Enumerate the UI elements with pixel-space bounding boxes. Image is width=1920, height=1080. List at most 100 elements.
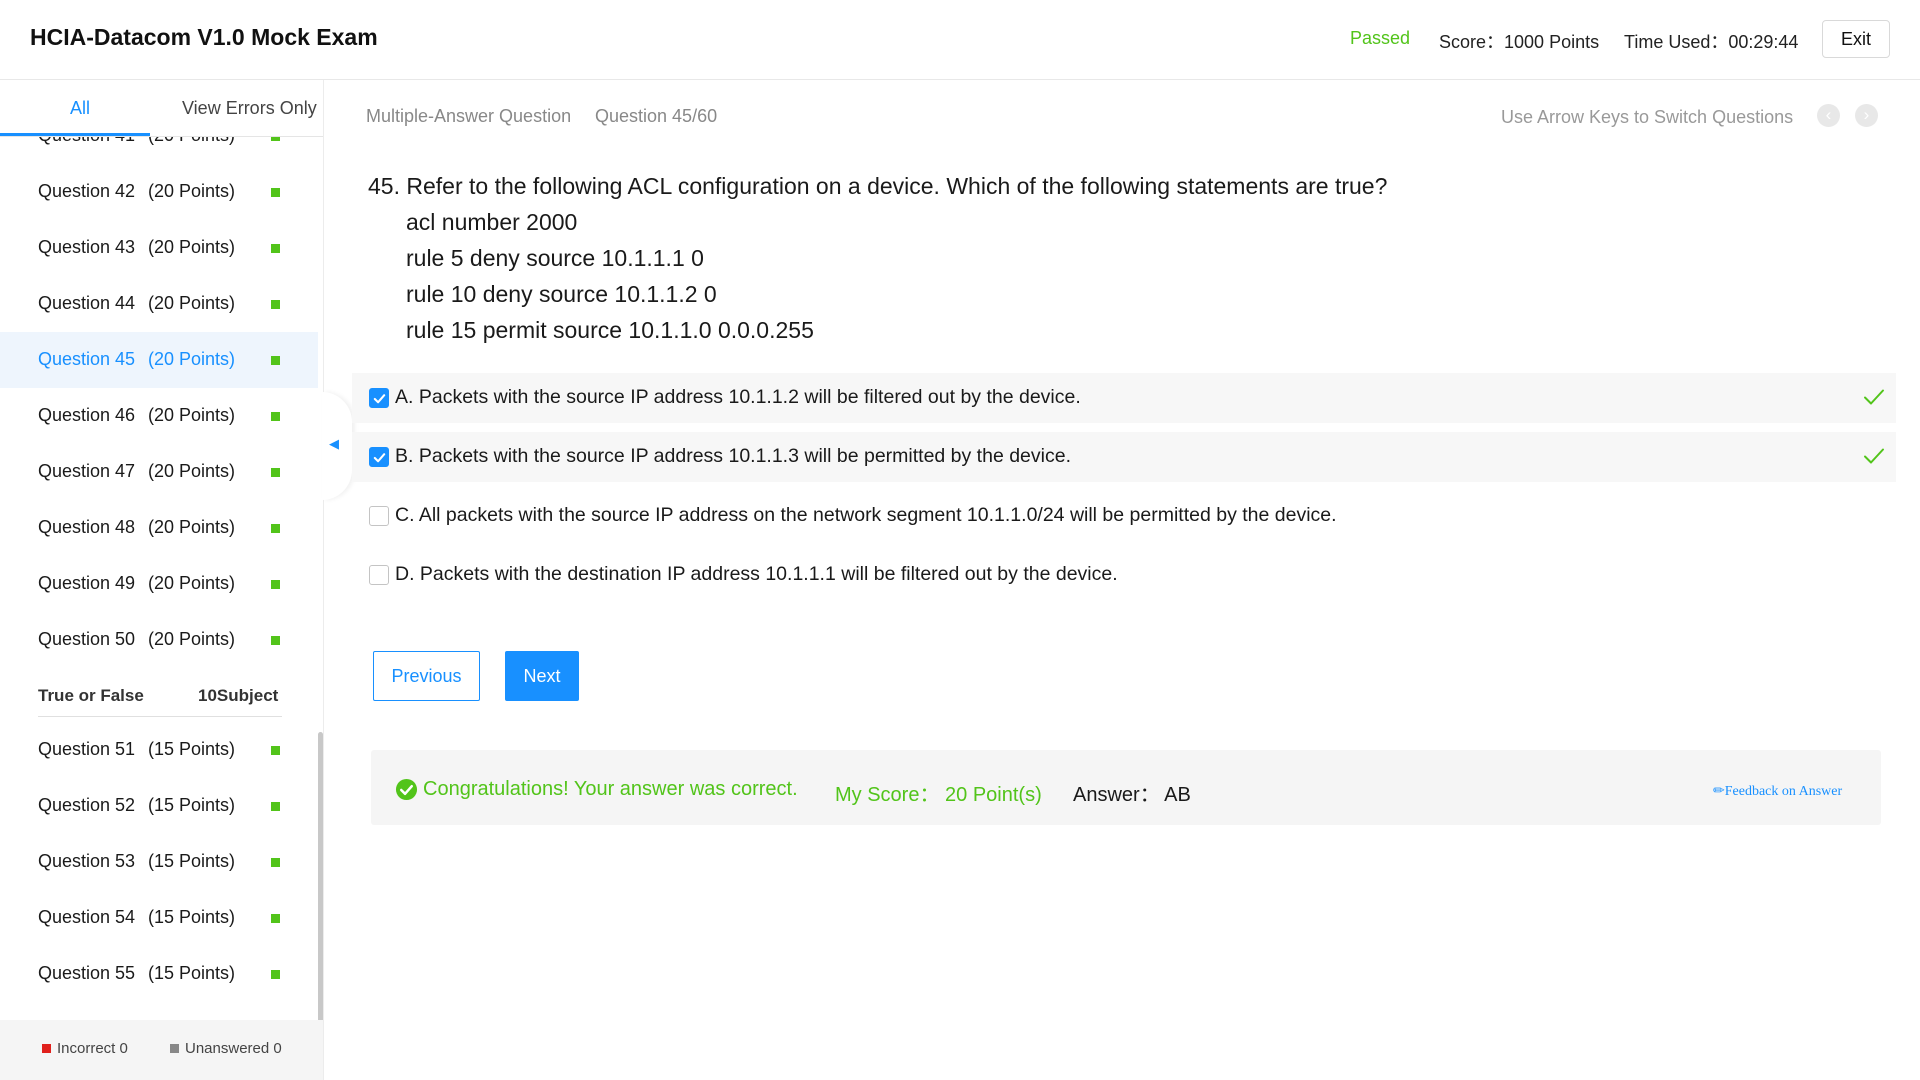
sidebar-question-item[interactable]: Question 46 (20 Points) [0, 388, 318, 444]
sidebar-question-item[interactable]: Question 49 (20 Points) [0, 556, 318, 612]
total-score: Score：1000 Points [1439, 32, 1600, 52]
question-points: (20 Points) [148, 181, 236, 201]
checkbox-check-icon [373, 394, 386, 404]
question-number: Question 50 [38, 629, 136, 649]
status-passed: Passed [1350, 28, 1411, 48]
answered-status-icon [271, 914, 280, 923]
exit-button[interactable]: Exit [1822, 20, 1890, 58]
incorrect-marker-icon [42, 1044, 51, 1053]
option-checkbox[interactable] [369, 447, 389, 467]
sidebar-question-item[interactable]: Question 43 (20 Points) [0, 220, 318, 276]
option-text: C. All packets with the source IP addres… [395, 504, 1337, 526]
answered-status-icon [271, 636, 280, 645]
answered-status-icon [271, 244, 280, 253]
question-points: (20 Points) [148, 517, 236, 537]
section-header-true-or-false: True or False 10Subject [38, 676, 282, 717]
answer-option[interactable]: D. Packets with the destination IP addre… [352, 550, 1896, 600]
legend-incorrect: Incorrect 0 [57, 1040, 128, 1057]
answered-status-icon [271, 188, 280, 197]
tab-all[interactable]: All [70, 98, 90, 119]
question-points: (15 Points) [148, 963, 236, 983]
option-checkbox[interactable] [369, 565, 389, 585]
question-points: (15 Points) [148, 795, 236, 815]
question-points: (20 Points) [148, 237, 236, 257]
sidebar-question-item[interactable]: Question 44 (20 Points) [0, 276, 318, 332]
option-text: B. Packets with the source IP address 10… [395, 445, 1071, 467]
question-sidebar: All View Errors Only Question 41 (20 Poin… [0, 80, 324, 1080]
question-points: (20 Points) [148, 629, 236, 649]
answer-option[interactable]: B. Packets with the source IP address 10… [352, 432, 1896, 482]
answered-status-icon [271, 356, 280, 365]
question-number: Question 47 [38, 461, 136, 481]
question-number: Question 55 [38, 963, 136, 983]
question-number: Question 42 [38, 181, 136, 201]
answer-result-panel: Congratulations! Your answer was correct… [371, 750, 1881, 825]
tab-view-errors-only[interactable]: View Errors Only [182, 98, 317, 119]
question-points: (20 Points) [148, 461, 236, 481]
correct-answer: Answer： AB [1073, 784, 1191, 806]
sidebar-legend: Incorrect 0 Unanswered 0 [0, 1020, 323, 1080]
sidebar-question-item[interactable]: Question 53 (15 Points) [0, 834, 318, 890]
correct-check-icon [1862, 385, 1886, 414]
answered-status-icon [271, 970, 280, 979]
active-tab-indicator [0, 133, 150, 136]
sidebar-question-item[interactable]: Question 52 (15 Points) [0, 778, 318, 834]
sidebar-question-item[interactable]: Question 41 (20 Points) [0, 136, 318, 164]
question-number: Question 45 [38, 349, 136, 369]
time-used: Time Used：00:29:44 [1624, 32, 1799, 52]
prev-question-arrow-icon[interactable]: ‹ [1817, 104, 1840, 127]
question-points: (15 Points) [148, 739, 236, 759]
next-button[interactable]: Next [505, 651, 579, 701]
sidebar-tabs: All View Errors Only [0, 80, 323, 137]
acl-config-line: rule 15 permit source 10.1.1.0 0.0.0.255 [406, 317, 814, 343]
collapse-sidebar-button[interactable]: ◀ [322, 392, 352, 500]
sidebar-question-item[interactable]: Question 55 (15 Points) [0, 946, 318, 1002]
section-count: 10Subject [198, 686, 279, 705]
acl-config-line: rule 5 deny source 10.1.1.1 0 [406, 245, 704, 271]
sidebar-question-item[interactable]: Question 47 (20 Points) [0, 444, 318, 500]
question-number: Question 49 [38, 573, 136, 593]
sidebar-question-item[interactable]: Question 51 (15 Points) [0, 722, 318, 778]
question-number: Question 44 [38, 293, 136, 313]
answered-status-icon [271, 412, 280, 421]
question-text: 45. Refer to the following ACL configura… [368, 173, 1388, 199]
header: HCIA-Datacom V1.0 Mock Exam Passed Score… [0, 0, 1920, 80]
question-list[interactable]: Question 41 (20 Points) Question 42 (20 Poi… [0, 136, 318, 1016]
unanswered-marker-icon [170, 1044, 179, 1053]
answered-status-icon [271, 300, 280, 309]
sidebar-question-item[interactable]: Question 42 (20 Points) [0, 164, 318, 220]
option-checkbox[interactable] [369, 506, 389, 526]
sidebar-question-item[interactable]: Question 54 (15 Points) [0, 890, 318, 946]
feedback-on-answer-link[interactable]: ✏Feedback on Answer [1713, 783, 1842, 800]
question-number: Question 51 [38, 739, 136, 759]
option-text: D. Packets with the destination IP addre… [395, 563, 1118, 585]
next-question-arrow-icon[interactable]: › [1855, 104, 1878, 127]
sidebar-question-item[interactable]: Question 48 (20 Points) [0, 500, 318, 556]
app-title: HCIA-Datacom V1.0 Mock Exam [30, 24, 378, 50]
answered-status-icon [271, 746, 280, 755]
acl-config-line: acl number 2000 [406, 209, 578, 235]
question-type: Multiple-Answer Question [366, 106, 572, 126]
answered-status-icon [271, 468, 280, 477]
answered-status-icon [271, 858, 280, 867]
question-number: Question 54 [38, 907, 136, 927]
result-message: Congratulations! Your answer was correct… [423, 778, 798, 800]
sidebar-question-item[interactable]: Question 50 (20 Points) [0, 612, 318, 668]
question-number: Question 43 [38, 237, 136, 257]
answer-option[interactable]: C. All packets with the source IP addres… [352, 491, 1896, 541]
sidebar-scrollbar[interactable] [318, 732, 323, 1025]
success-check-circle-icon [395, 778, 418, 801]
caret-left-icon: ◀ [329, 436, 339, 451]
question-number: Question 53 [38, 851, 136, 871]
option-checkbox[interactable] [369, 388, 389, 408]
sidebar-question-item[interactable]: Question 45 (20 Points) [0, 332, 318, 388]
answer-option[interactable]: A. Packets with the source IP address 10… [352, 373, 1896, 423]
question-points: (15 Points) [148, 851, 236, 871]
question-points: (20 Points) [148, 349, 236, 369]
question-points: (20 Points) [148, 405, 236, 425]
previous-button[interactable]: Previous [373, 651, 480, 701]
question-number: Question 48 [38, 517, 136, 537]
question-points: (20 Points) [148, 573, 236, 593]
legend-unanswered: Unanswered 0 [185, 1040, 282, 1057]
acl-config-line: rule 10 deny source 10.1.1.2 0 [406, 281, 717, 307]
